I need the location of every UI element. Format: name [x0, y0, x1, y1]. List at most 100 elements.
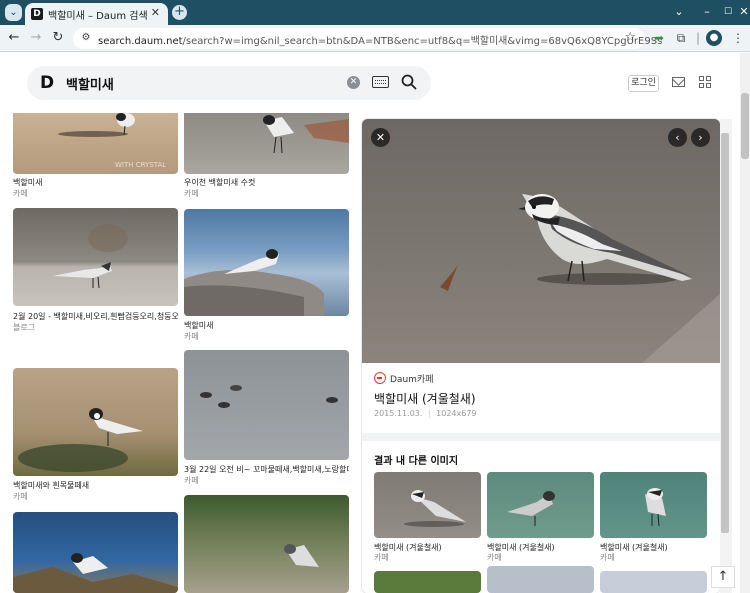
main-photo[interactable]: ✕ ‹ › [362, 119, 720, 363]
page-scrollbar-thumb[interactable] [741, 93, 749, 159]
tab-title: 백할미새 – Daum 검색 [48, 11, 148, 22]
image-title[interactable]: 백할미새 (겨울철새) [374, 390, 476, 407]
result-card[interactable]: 3월 22일 오전 비~ 꼬마물떼새,백할미새,노랑할미... 카페 [184, 350, 349, 485]
minimize-icon[interactable]: ⌄ [670, 3, 688, 21]
keyboard-icon[interactable] [372, 76, 389, 88]
profile-avatar-icon[interactable]: ● [706, 30, 722, 46]
more-menu-icon[interactable]: ⋮ [730, 30, 746, 46]
wagtail-photo [263, 115, 349, 154]
extensions-puzzle-icon[interactable]: ⧉ [673, 30, 689, 46]
result-thumbnail[interactable]: WITH CRYSTAL [13, 113, 178, 174]
site-info-icon[interactable]: ⚙ [79, 31, 93, 45]
daum-cafe-icon [374, 372, 386, 384]
related-thumbnail[interactable] [487, 472, 594, 538]
watermark-text: WITH CRYSTAL [115, 161, 166, 169]
waterbirds-photo [200, 385, 338, 408]
prev-image-icon[interactable]: ‹ [668, 128, 687, 147]
image-meta: 2015.11.03. | 1024x679 [374, 409, 477, 418]
result-caption[interactable]: 2월 20일 - 백할미새,비오리,흰빰검둥오리,청둥오... [13, 311, 178, 322]
result-source: 카페 [184, 189, 199, 198]
white-wagtail-photo [362, 119, 720, 363]
share-arrow-icon[interactable]: ➦ [651, 30, 667, 46]
tab-search-button[interactable]: ⌄ [5, 4, 22, 21]
related-image[interactable] [600, 571, 707, 593]
related-thumbnail[interactable] [374, 472, 481, 538]
related-source: 카페 [374, 553, 389, 562]
result-card[interactable] [184, 495, 349, 593]
result-thumbnail[interactable] [184, 495, 349, 593]
result-card[interactable]: 2월 20일 - 백할미새,비오리,흰빰검둥오리,청둥오... 블로그 [13, 208, 178, 360]
panel-scrollbar-thumb[interactable] [721, 133, 729, 533]
result-card[interactable] [13, 512, 178, 593]
related-heading: 결과 내 다른 이미지 [374, 456, 459, 467]
daum-favicon-icon: D [31, 8, 43, 20]
related-image[interactable] [374, 571, 481, 593]
daum-logo[interactable]: D [40, 73, 60, 93]
result-card[interactable]: 백할미새 카페 [184, 209, 349, 344]
close-panel-icon[interactable]: ✕ [371, 128, 390, 147]
related-thumbnail[interactable] [374, 571, 481, 593]
page-content: D 백할미새 ✕ 로그인 WITH CRYSTAL 백할미새 카페 2월 20일… [0, 53, 740, 593]
wagtail-photo [404, 490, 466, 527]
related-thumbnail[interactable] [600, 571, 707, 593]
window-minimize-icon[interactable]: – [698, 3, 716, 21]
result-source: 카페 [184, 332, 199, 341]
wagtail-photo [184, 249, 324, 316]
search-box[interactable]: D 백할미새 ✕ [27, 66, 431, 100]
new-tab-plus-icon[interactable]: + [172, 5, 187, 20]
result-card[interactable]: 우이천 백할미새 수컷 카페 [184, 113, 349, 203]
source-name[interactable]: Daum카페 [390, 372, 433, 385]
result-source: 카페 [13, 189, 28, 198]
reload-icon[interactable]: ↻ [50, 30, 66, 46]
wagtail-photo [18, 408, 143, 472]
related-source: 카페 [600, 553, 615, 562]
related-image[interactable] [487, 566, 594, 593]
search-icon[interactable] [401, 74, 417, 90]
result-thumbnail[interactable] [13, 368, 178, 476]
result-caption[interactable]: 백할미새 [13, 177, 42, 188]
result-thumbnail[interactable] [184, 113, 349, 174]
wagtail-photo [507, 491, 555, 526]
daum-header: D 백할미새 ✕ 로그인 [0, 53, 740, 113]
bookmark-star-icon[interactable]: ☆ [624, 30, 636, 45]
result-card[interactable]: WITH CRYSTAL 백할미새 카페 [13, 113, 178, 203]
forward-arrow-icon[interactable]: → [28, 30, 44, 46]
result-source: 블로그 [13, 323, 36, 332]
wagtail-photo [284, 544, 319, 567]
result-caption[interactable]: 백할미새 [184, 320, 213, 331]
back-arrow-icon[interactable]: ← [6, 30, 22, 46]
login-button[interactable]: 로그인 [628, 75, 659, 92]
image-date: 2015.11.03. [374, 409, 423, 418]
image-detail-panel: ✕ ‹ › Daum카페 백할미새 (겨울철새) 2015.11.03. | 1… [362, 119, 720, 593]
browser-titlebar: ⌄ D 백할미새 – Daum 검색 ✕ + ⌄ – ☐ ✕ [0, 0, 750, 25]
mail-icon[interactable] [672, 77, 685, 87]
toolbar-divider: | [695, 31, 701, 45]
browser-tab[interactable]: D 백할미새 – Daum 검색 ✕ [25, 3, 168, 25]
apps-grid-icon[interactable] [699, 76, 712, 89]
result-card[interactable]: 백할미새와 흰목물떼새 카페 [13, 368, 178, 503]
next-image-icon[interactable]: › [691, 128, 710, 147]
result-caption[interactable]: 3월 22일 오전 비~ 꼬마물떼새,백할미새,노랑할미... [184, 464, 349, 475]
result-source: 카페 [13, 492, 28, 501]
window-close-icon[interactable]: ✕ [735, 3, 750, 21]
result-caption[interactable]: 우이천 백할미새 수컷 [184, 177, 255, 188]
result-thumbnail[interactable] [184, 350, 349, 460]
result-thumbnail[interactable] [13, 208, 178, 306]
scroll-to-top-icon[interactable]: ↑ [711, 566, 735, 588]
result-caption[interactable]: 백할미새와 흰목물떼새 [13, 480, 89, 491]
wagtail-photo [645, 488, 666, 527]
wagtail-photo: WITH CRYSTAL [58, 113, 166, 169]
wagtail-photo [13, 553, 178, 593]
result-thumbnail[interactable] [13, 512, 178, 593]
url-text: search.daum.net/search?w=img&nil_search=… [98, 36, 663, 47]
image-size: 1024x679 [436, 409, 477, 418]
tab-close-icon[interactable]: ✕ [151, 6, 160, 19]
result-thumbnail[interactable] [184, 209, 349, 316]
clear-search-icon[interactable]: ✕ [347, 76, 360, 89]
image-info: Daum카페 백할미새 (겨울철새) 2015.11.03. | 1024x67… [362, 363, 720, 433]
related-thumbnail[interactable] [487, 566, 594, 593]
address-bar[interactable]: ⚙ search.daum.net/search?w=img&nil_searc… [73, 28, 662, 49]
search-query-text[interactable]: 백할미새 [66, 74, 114, 93]
related-source: 카페 [487, 553, 502, 562]
related-thumbnail[interactable] [600, 472, 707, 538]
